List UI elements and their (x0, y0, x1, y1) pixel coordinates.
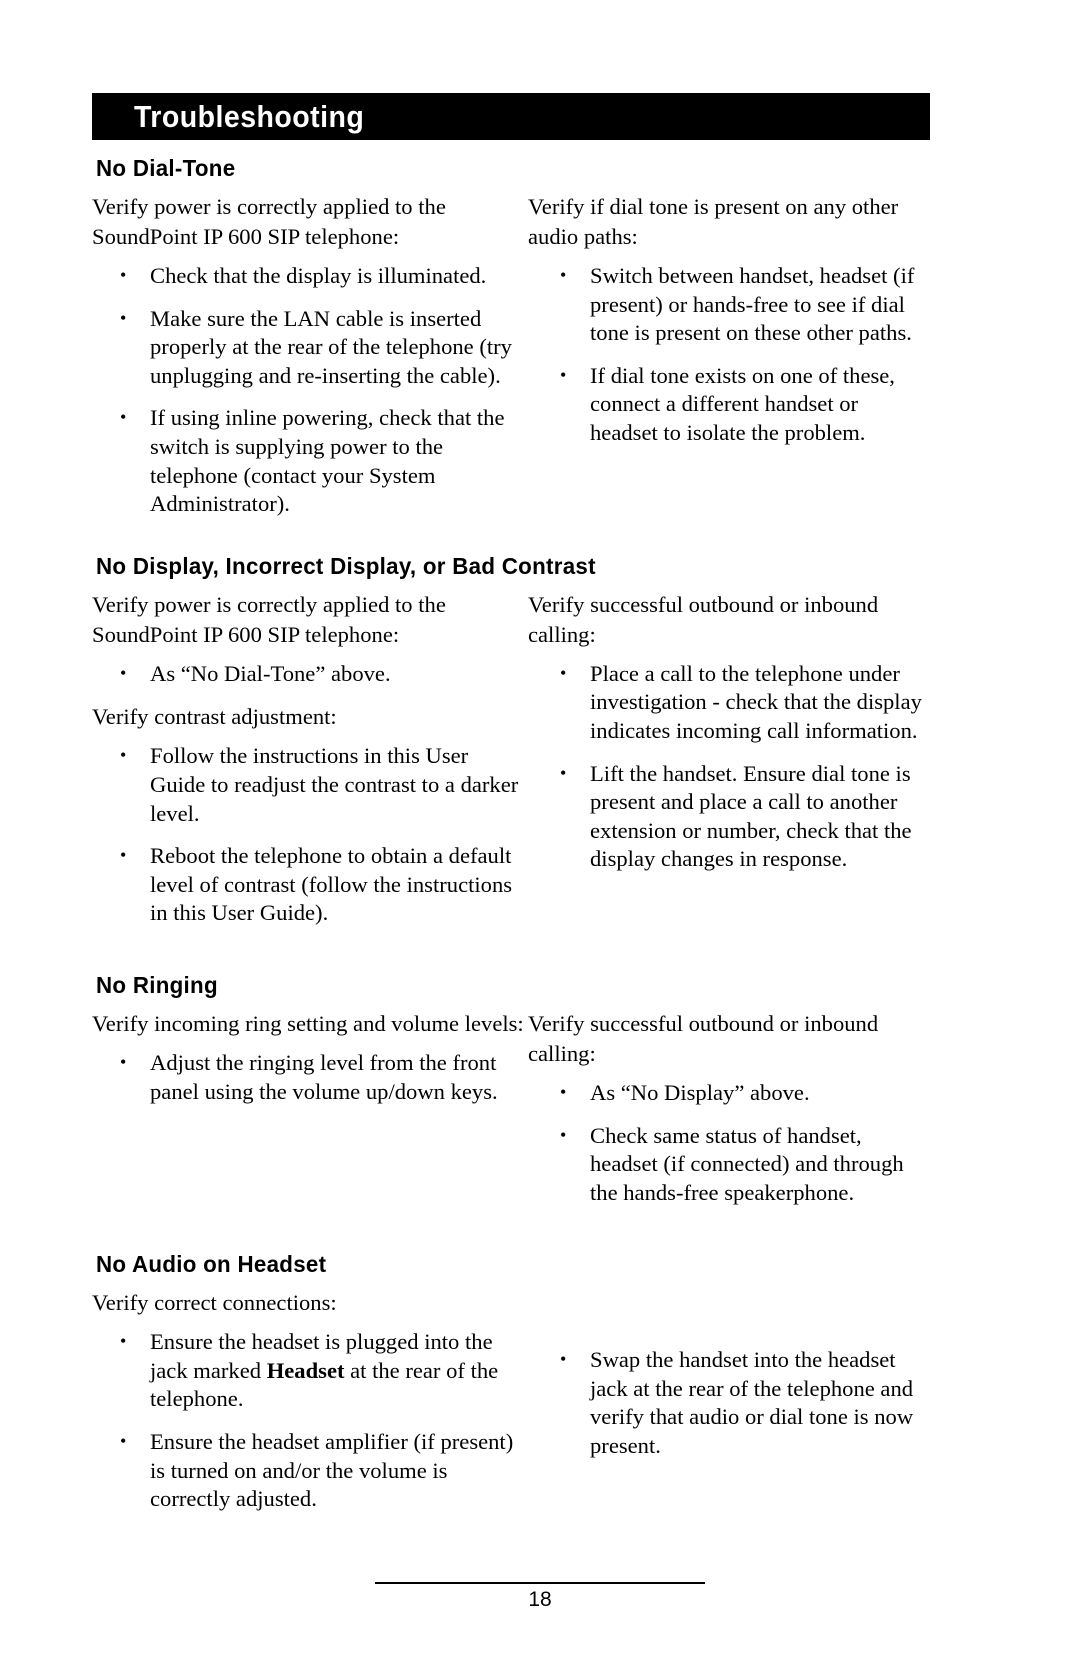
bullet-list: As “No Dial-Tone” above. (92, 659, 528, 689)
list-item-text-pre: Ensure the headset amplifier (if present… (150, 1429, 514, 1512)
column-left: Verify power is correctly applied to the… (92, 192, 528, 519)
page-footer: 18 (345, 1582, 735, 1612)
list-item: Ensure the headset is plugged into the j… (92, 1327, 528, 1414)
column-right: Swap the handset into the headset jack a… (528, 1288, 930, 1460)
list-item: If dial tone exists on one of these, con… (528, 361, 930, 448)
lead-paragraph: Verify successful outbound or inbound ca… (528, 591, 879, 647)
bullet-list: Place a call to the telephone under inve… (528, 659, 930, 874)
list-item: Swap the handset into the headset jack a… (528, 1345, 930, 1460)
two-column-layout: Verify power is correctly applied to the… (92, 192, 930, 519)
list-item: Adjust the ringing level from the front … (92, 1048, 528, 1106)
section-no-dial-tone: No Dial-Tone Verify power is correctly a… (92, 155, 930, 519)
section-heading: No Display, Incorrect Display, or Bad Co… (96, 552, 596, 579)
two-column-layout: Verify incoming ring setting and volume … (92, 1009, 930, 1207)
lead-paragraph: Verify power is correctly applied to the… (92, 591, 446, 647)
bullet-list: Ensure the headset is plugged into the j… (92, 1327, 528, 1514)
column-left: Verify correct connections: Ensure the h… (92, 1288, 528, 1514)
list-item: If using inline powering, check that the… (92, 403, 528, 518)
list-item: As “No Dial-Tone” above. (92, 659, 528, 689)
lead-paragraph: Verify incoming ring setting and volume … (92, 1010, 524, 1036)
page-number: 18 (528, 1588, 552, 1611)
list-item: Ensure the headset amplifier (if present… (92, 1427, 528, 1514)
bullet-list: Adjust the ringing level from the front … (92, 1048, 528, 1106)
lead-paragraph: Verify if dial tone is present on any ot… (528, 194, 899, 249)
lead-paragraph: Verify successful outbound or inbound ca… (528, 1010, 879, 1066)
section-heading: No Audio on Headset (96, 1251, 327, 1278)
section-no-display: No Display, Incorrect Display, or Bad Co… (92, 553, 930, 928)
column-right: Verify successful outbound or inbound ca… (528, 590, 930, 874)
section-banner: Troubleshooting (92, 93, 930, 140)
column-right: Verify if dial tone is present on any ot… (528, 192, 930, 448)
two-column-layout: Verify correct connections: Ensure the h… (92, 1288, 930, 1514)
list-item: Reboot the telephone to obtain a default… (92, 841, 528, 928)
list-item-text-bold: Headset (266, 1357, 345, 1383)
list-item: Check that the display is illuminated. (92, 261, 528, 291)
lead-paragraph: Verify power is correctly applied to the… (92, 194, 446, 249)
bullet-list: Switch between handset, headset (if pres… (528, 261, 930, 448)
bullet-list-secondary: Follow the instructions in this User Gui… (92, 741, 528, 928)
list-item: Lift the handset. Ensure dial tone is pr… (528, 759, 930, 874)
list-item: Switch between handset, headset (if pres… (528, 261, 930, 348)
list-item: Place a call to the telephone under inve… (528, 659, 930, 746)
page-content: No Dial-Tone Verify power is correctly a… (92, 155, 930, 1514)
list-item: Check same status of handset, headset (i… (528, 1121, 930, 1208)
two-column-layout: Verify power is correctly applied to the… (92, 590, 930, 928)
list-item: Make sure the LAN cable is inserted prop… (92, 304, 528, 391)
lead-paragraph: Verify correct connections: (92, 1290, 337, 1316)
list-item: Follow the instructions in this User Gui… (92, 741, 528, 828)
column-left: Verify power is correctly applied to the… (92, 590, 528, 928)
lead-paragraph-secondary: Verify contrast adjustment: (92, 704, 337, 730)
bullet-list: Check that the display is illuminated. M… (92, 261, 528, 519)
section-heading: No Dial-Tone (96, 155, 236, 181)
banner-title: Troubleshooting (134, 98, 365, 134)
footer-divider (375, 1582, 705, 1584)
section-no-ringing: No Ringing Verify incoming ring setting … (92, 972, 930, 1207)
bullet-list: As “No Display” above. Check same status… (528, 1078, 930, 1208)
column-right: Verify successful outbound or inbound ca… (528, 1009, 930, 1207)
column-left: Verify incoming ring setting and volume … (92, 1009, 528, 1106)
document-page: Troubleshooting No Dial-Tone Verify powe… (0, 0, 1080, 1669)
section-no-audio-on-headset: No Audio on Headset Verify correct conne… (92, 1251, 930, 1514)
list-item: As “No Display” above. (528, 1078, 930, 1108)
section-heading: No Ringing (96, 971, 218, 998)
bullet-list: Swap the handset into the headset jack a… (528, 1345, 930, 1460)
